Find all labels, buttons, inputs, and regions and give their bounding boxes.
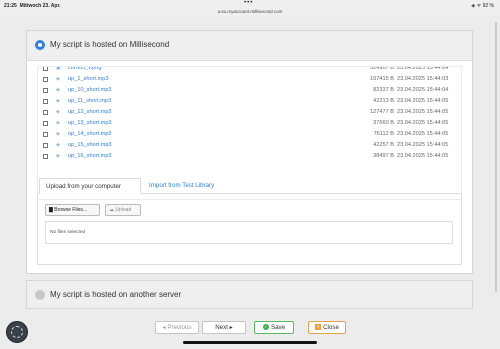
audio-file-icon: ◈ — [56, 120, 60, 126]
audio-file-icon: ◈ — [56, 109, 60, 115]
file-date: 23.04.2025 15:44:04 — [397, 66, 449, 71]
file-row[interactable]: ◈ up_15_short.mp3 42257 B 23.04.2025 15:44:… — [38, 140, 461, 151]
file-checkbox[interactable] — [43, 143, 48, 148]
file-name-link[interactable]: up_1_short.mp3 — [68, 74, 108, 85]
chevron-right-icon: ▸ — [227, 324, 233, 331]
check-icon: ✓ — [262, 324, 269, 331]
selected-files-box: No files selected — [45, 221, 453, 244]
file-row[interactable]: ◈ up_1_short.mp3 107415 B 23.04.2025 15:44:… — [38, 74, 461, 85]
file-date: 23.04.2025 15:44:05 — [397, 153, 449, 159]
hosted-on-other-server-panel[interactable]: My script is hosted on another server — [26, 280, 473, 309]
file-row[interactable]: ◈ up_12_short.mp3 127477 B 23.04.2025 15:44… — [38, 107, 461, 118]
close-button[interactable]: ✕ Close — [308, 321, 346, 334]
file-name-link[interactable]: correct_v.png — [68, 67, 101, 74]
file-row[interactable]: ◈ up_11_short.mp3 42213 B 23.04.2025 15:44:… — [38, 96, 461, 107]
file-size: 82337 B — [373, 87, 394, 93]
hosted-on-millisecond-header[interactable]: My script is hosted on Millisecond — [27, 31, 472, 61]
file-date: 23.04.2025 15:44:05 — [397, 120, 449, 126]
url-bar[interactable]: a.su.myaccount.millisecond.com — [0, 9, 500, 14]
file-date: 23.04.2025 15:44:04 — [397, 87, 449, 93]
accessibility-icon — [11, 326, 23, 338]
audio-file-icon: ◈ — [56, 76, 60, 82]
file-size: 76112 B — [373, 131, 394, 137]
upload-panel: ▇ Browse Files... ☁ Upload No files sele… — [37, 194, 462, 265]
file-size: 42213 B — [373, 98, 394, 104]
upload-tabs: Upload from your computer Import from Te… — [37, 178, 462, 194]
file-row[interactable]: ◈ up_10_short.mp3 82337 B 23.04.2025 15:44:… — [38, 85, 461, 96]
status-bar: 21:25 Mittwoch 23. Apr. ••• a.su.myaccou… — [0, 0, 500, 16]
file-row[interactable]: ◈ up_13_short.mp3 37660 B 23.04.2025 15:44:… — [38, 118, 461, 129]
file-checkbox[interactable] — [43, 67, 48, 71]
audio-file-icon: ◈ — [56, 87, 60, 93]
hosted-on-millisecond-radio[interactable] — [35, 40, 45, 50]
image-file-icon: ▣ — [56, 66, 61, 71]
file-size: 324907 B — [370, 66, 394, 71]
audio-file-icon: ◈ — [56, 142, 60, 148]
file-size: 37660 B — [373, 120, 394, 126]
previous-button[interactable]: ◂ Previous — [155, 321, 199, 334]
accessibility-button[interactable] — [6, 321, 28, 343]
page-scrollbar[interactable] — [495, 22, 497, 292]
file-date: 23.04.2025 15:44:05 — [397, 142, 449, 148]
file-size: 107415 B — [370, 76, 394, 82]
file-name-link[interactable]: up_11_short.mp3 — [68, 96, 111, 107]
home-indicator[interactable] — [183, 341, 317, 344]
status-indicators: ◈ ᯤ 92 % — [471, 3, 494, 9]
file-row[interactable]: ▣ correct_v.png 324907 B 23.04.2025 15:44:0… — [38, 66, 461, 74]
hosted-on-other-server-radio[interactable] — [35, 290, 45, 300]
file-date: 23.04.2025 15:44:05 — [397, 109, 449, 115]
file-checkbox[interactable] — [43, 121, 48, 126]
file-date: 23.04.2025 15:44:05 — [397, 98, 449, 104]
file-name-link[interactable]: up_10_short.mp3 — [68, 85, 112, 96]
file-row[interactable]: ◈ up_14_short.mp3 76112 B 23.04.2025 15:44:… — [38, 129, 461, 140]
file-name-link[interactable]: up_12_short.mp3 — [68, 107, 112, 118]
save-button[interactable]: ✓ Save — [254, 321, 294, 334]
close-icon: ✕ — [315, 324, 322, 331]
hosted-on-millisecond-label: My script is hosted on Millisecond — [50, 40, 170, 49]
next-button[interactable]: Next ▸ — [202, 321, 246, 334]
hosted-on-other-server-label: My script is hosted on another server — [50, 290, 182, 299]
file-date: 23.04.2025 15:44:03 — [397, 76, 449, 82]
file-checkbox[interactable] — [43, 154, 48, 159]
audio-file-icon: ◈ — [56, 131, 60, 137]
file-name-link[interactable]: up_15_short.mp3 — [68, 140, 112, 151]
file-size: 38497 B — [373, 153, 394, 159]
browser-menu-dots[interactable]: ••• — [244, 0, 253, 6]
file-checkbox[interactable] — [43, 132, 48, 137]
file-name-link[interactable]: up_16_short.mp3 — [68, 151, 112, 162]
audio-file-icon: ◈ — [56, 98, 60, 104]
file-name-link[interactable]: up_14_short.mp3 — [68, 129, 112, 140]
file-row[interactable]: ◈ up_16_short.mp3 38497 B 23.04.2025 15:44:… — [38, 151, 461, 162]
file-checkbox[interactable] — [43, 77, 48, 82]
audio-file-icon: ◈ — [56, 153, 60, 159]
file-date: 23.04.2025 15:44:05 — [397, 131, 449, 137]
file-checkbox[interactable] — [43, 99, 48, 104]
file-size: 127477 B — [370, 109, 394, 115]
upload-button[interactable]: ☁ Upload — [105, 204, 141, 216]
file-name-link[interactable]: up_13_short.mp3 — [68, 118, 112, 129]
file-size: 42257 B — [373, 142, 394, 148]
no-files-text: No files selected — [50, 230, 86, 235]
tab-import-from-library[interactable]: Import from Test Library — [143, 178, 220, 194]
file-checkbox[interactable] — [43, 88, 48, 93]
tab-upload-from-computer[interactable]: Upload from your computer — [39, 178, 141, 194]
file-checkbox[interactable] — [43, 110, 48, 115]
hosted-on-millisecond-panel: My script is hosted on Millisecond ▣ corr… — [26, 30, 473, 274]
browse-files-button[interactable]: ▇ Browse Files... — [45, 204, 100, 216]
